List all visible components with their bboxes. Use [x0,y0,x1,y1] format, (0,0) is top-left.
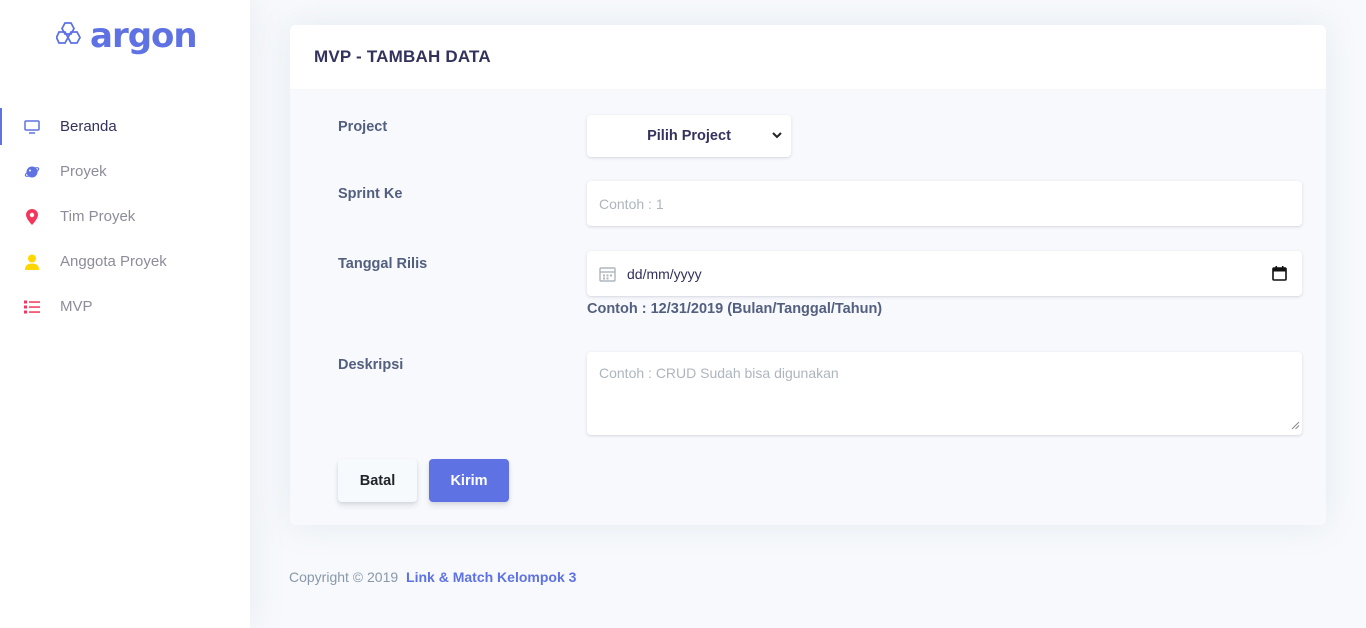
hexagons-logo-icon [55,21,82,52]
brand-logo[interactable]: argon [55,16,198,56]
sidebar-item-tim-proyek[interactable]: Tim Proyek [0,194,250,239]
card-header: MVP - TAMBAH DATA [290,25,1326,90]
sidebar-item-mvp[interactable]: MVP [0,284,250,329]
list-icon [24,299,40,315]
chevron-down-icon [771,128,783,146]
description-label: Deskripsi [338,357,404,373]
release-date-label: Tanggal Rilis [338,256,428,272]
release-date-hint: Contoh : 12/31/2019 (Bulan/Tanggal/Tahun… [587,301,883,317]
resize-handle-icon[interactable] [1291,417,1300,433]
sidebar-item-label: MVP [60,298,93,315]
user-icon [24,254,40,270]
tv-icon [24,119,40,135]
sidebar-nav: Beranda Proyek Tim Proyek Anggota Proyek… [0,104,250,329]
calendar-picker-icon[interactable] [1272,266,1287,281]
project-select-value: Pilih Project [647,128,731,144]
cancel-button[interactable]: Batal [338,459,417,502]
release-date-value: dd/mm/yyyy [627,265,702,282]
description-placeholder: Contoh : CRUD Sudah bisa digunakan [599,365,839,381]
sprint-input-placeholder: Contoh : 1 [599,195,664,212]
sidebar-item-anggota-proyek[interactable]: Anggota Proyek [0,239,250,284]
page-title: MVP - TAMBAH DATA [314,47,491,66]
form-card: MVP - TAMBAH DATA Project Pilih Project … [290,25,1326,525]
sidebar: argon Beranda Proyek Tim Proyek Anggota … [0,0,250,628]
project-select[interactable]: Pilih Project [587,115,791,157]
sidebar-item-proyek[interactable]: Proyek [0,149,250,194]
copyright-text: Copyright © 2019 [289,569,399,585]
sprint-label: Sprint Ke [338,186,403,202]
calendar-small-icon [599,266,616,282]
footer: Copyright © 2019 Link & Match Kelompok 3 [289,569,576,585]
sidebar-item-label: Beranda [60,118,117,135]
project-label: Project [338,119,388,135]
sidebar-item-label: Anggota Proyek [60,253,167,270]
brand-name: argon [90,16,198,56]
sidebar-item-label: Proyek [60,163,107,180]
description-textarea[interactable]: Contoh : CRUD Sudah bisa digunakan [587,352,1302,435]
submit-button[interactable]: Kirim [429,459,509,502]
release-date-input[interactable]: dd/mm/yyyy [587,251,1302,296]
sidebar-item-beranda[interactable]: Beranda [0,104,250,149]
planet-icon [24,164,40,180]
sidebar-item-label: Tim Proyek [60,208,136,225]
footer-link[interactable]: Link & Match Kelompok 3 [406,569,576,585]
pin-icon [24,208,40,225]
sprint-input[interactable]: Contoh : 1 [587,181,1302,226]
